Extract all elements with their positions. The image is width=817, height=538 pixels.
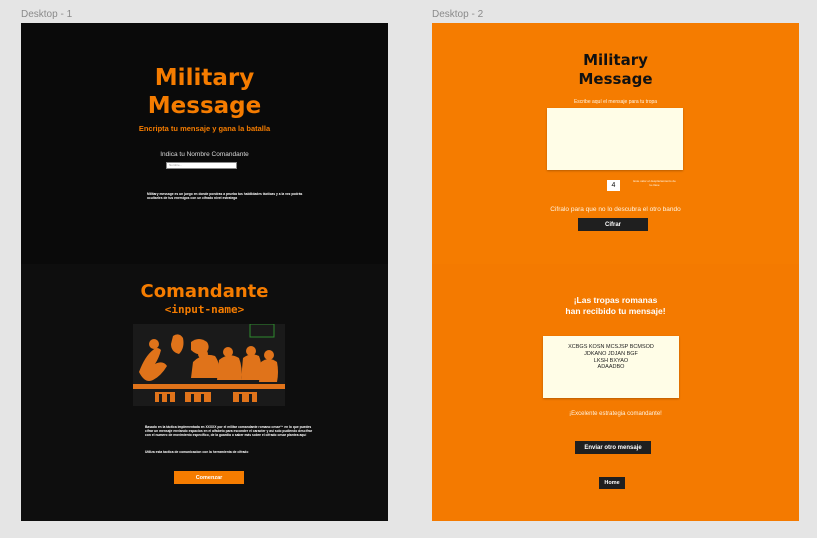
- greek-pottery-image: [133, 323, 285, 406]
- message-received-heading: ¡Las tropas romanas han recibido tu mens…: [432, 295, 799, 317]
- output-line: XCBGS KOSN MCSJSP BCMSOD: [568, 344, 654, 350]
- cipher-label: Cifralo para que no lo descubra el otro …: [550, 206, 681, 213]
- page-title: Military Message: [432, 51, 799, 89]
- shift-help-text: Este valor el desplazamiento de la clave: [633, 179, 676, 187]
- frame-label-desktop-2: Desktop - 2: [432, 9, 484, 20]
- encrypted-output-text: XCBGS KOSN MCSJSP BCMSOD JDKANO JDJAN BG…: [543, 344, 679, 371]
- cipher-button[interactable]: Cifrar: [578, 218, 648, 231]
- caesar-story-text: Basado en la táctica implementada en XXX…: [145, 425, 313, 438]
- commander-name-display: <input-name>: [164, 303, 245, 316]
- output-line: ADAADBO: [597, 364, 625, 371]
- title-line-2: Message: [147, 93, 262, 119]
- utility-text: Utiliza esta tactica de comunicacion con…: [145, 450, 249, 454]
- desktop-1-frame: Military Message Encripta tu mensaje y g…: [21, 23, 388, 521]
- frame-label-desktop-1: Desktop - 1: [21, 9, 73, 20]
- commander-heading: Comandante: [140, 281, 269, 302]
- pottery-art-svg: [133, 323, 285, 406]
- output-line: JDKANO JDJAN BGF: [584, 350, 638, 357]
- commander-name-input[interactable]: Nombre...: [166, 162, 237, 169]
- commander-name-label: Indica tu Nombre Comandante: [160, 151, 249, 158]
- page-subtitle: Encripta tu mensaje y gana la batalla: [138, 124, 271, 133]
- send-another-button[interactable]: Enviar otro mensaje: [575, 441, 651, 454]
- message-textarea[interactable]: [547, 108, 683, 170]
- encrypted-output-box: XCBGS KOSN MCSJSP BCMSOD JDKANO JDJAN BG…: [543, 336, 679, 398]
- shift-value-input[interactable]: [607, 180, 620, 191]
- output-line: LKSH BXYAO: [593, 357, 629, 364]
- desktop-2-frame: Military Message Escribe aquí el mensaje…: [432, 23, 799, 521]
- game-description: Military message es un juego en donde po…: [147, 192, 303, 201]
- message-label: Escribe aquí el mensaje para tu tropa: [573, 99, 658, 105]
- received-line-2: han recibido tu mensaje!: [565, 306, 666, 316]
- received-line-1: ¡Las tropas romanas: [573, 295, 658, 305]
- title-line-1: Military: [154, 65, 255, 91]
- home-button[interactable]: Home: [599, 477, 625, 489]
- excellent-strategy-text: ¡Excelente estrategia comandante!: [569, 411, 662, 417]
- title-line-2: Message: [578, 70, 653, 88]
- start-button[interactable]: Comenzar: [174, 471, 244, 484]
- title-line-1: Military: [583, 51, 648, 69]
- page-title: Military Message: [21, 64, 388, 120]
